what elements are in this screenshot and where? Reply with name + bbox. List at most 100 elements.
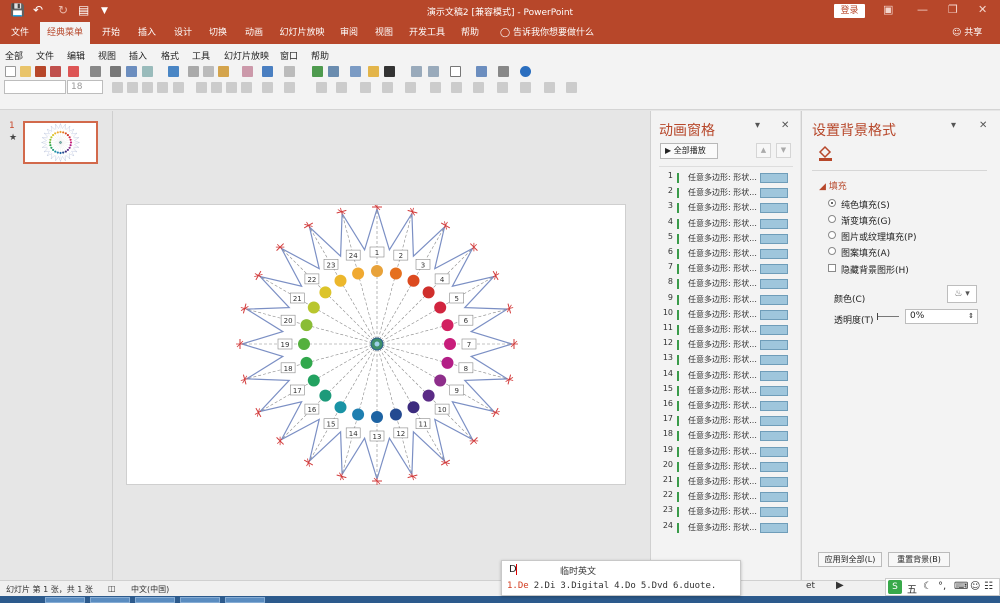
pdf-icon[interactable] [50, 66, 61, 77]
close-icon[interactable]: ✕ [978, 3, 987, 16]
share-doc-icon[interactable] [68, 66, 79, 77]
color-dot[interactable] [68, 136, 71, 139]
insert-image-icon[interactable] [368, 66, 379, 77]
find-icon[interactable] [498, 66, 509, 77]
more-icon[interactable] [566, 82, 577, 93]
animation-list-item[interactable]: 11 任意多边形: 形状... [659, 323, 793, 338]
radio-picture-fill[interactable] [828, 231, 836, 239]
color-dot[interactable] [319, 389, 332, 402]
taskbar-app[interactable] [45, 597, 85, 603]
menu-file[interactable]: 文件 [36, 49, 54, 62]
next-arrow-icon[interactable]: ▶ [836, 580, 844, 591]
timeline-bar[interactable] [760, 203, 788, 214]
text-direction-icon[interactable] [360, 82, 371, 93]
animation-list-item[interactable]: 5 任意多边形: 形状... [659, 232, 793, 247]
tab-file[interactable]: 文件 [4, 22, 36, 44]
ime-candidate[interactable]: 6.duote. [673, 581, 716, 591]
tab-design[interactable]: 设计 [166, 22, 200, 44]
timeline-bar[interactable] [760, 249, 788, 259]
wubi-mode[interactable]: 五 [907, 581, 917, 596]
zoom-icon[interactable] [126, 66, 137, 77]
animation-list-item[interactable]: 17 任意多边形: 形状... [659, 414, 793, 429]
textbox-icon[interactable] [450, 66, 461, 77]
color-dot[interactable] [434, 374, 447, 387]
color-dot[interactable] [441, 356, 454, 369]
color-dot[interactable] [62, 151, 65, 154]
restore-icon[interactable]: ❐ [948, 3, 958, 16]
timeline-bar[interactable] [760, 477, 788, 487]
ime-candidate[interactable]: 5.Dvd [641, 581, 668, 591]
color-dot[interactable] [56, 131, 59, 134]
underline-icon[interactable] [142, 82, 153, 93]
color-dot[interactable] [422, 286, 435, 299]
menu-format[interactable]: 格式 [161, 49, 179, 62]
slide-thumbnail[interactable] [23, 121, 98, 164]
color-dot[interactable] [62, 131, 65, 134]
keyboard-icon[interactable]: ⌨ [954, 581, 968, 592]
ime-candidate[interactable]: 1.De [507, 581, 529, 591]
animation-list-item[interactable]: 20 任意多边形: 形状... [659, 460, 793, 475]
help-icon[interactable] [520, 66, 531, 77]
color-dot[interactable] [389, 267, 402, 280]
font-color-icon[interactable] [451, 82, 462, 93]
shadow-icon[interactable] [157, 82, 168, 93]
color-dot[interactable] [444, 338, 456, 350]
menu-window[interactable]: 窗口 [280, 49, 298, 62]
color-dot[interactable] [59, 151, 62, 155]
animation-list-item[interactable]: 7 任意多边形: 形状... [659, 262, 793, 277]
line-spacing-icon[interactable] [284, 82, 295, 93]
animation-list-item[interactable]: 4 任意多边形: 形状... [659, 217, 793, 232]
menu-slideshow[interactable]: 幻灯片放映 [224, 49, 269, 62]
timeline-bar[interactable] [760, 188, 788, 199]
transparency-input[interactable]: 0% ⇕ [905, 309, 978, 324]
animation-list-item[interactable]: 14 任意多边形: 形状... [659, 369, 793, 384]
numbering-icon[interactable] [336, 82, 347, 93]
color-dot[interactable] [371, 411, 383, 423]
color-dot[interactable] [66, 148, 69, 151]
timeline-bar[interactable] [760, 507, 788, 518]
tab-insert[interactable]: 插入 [130, 22, 164, 44]
ime-candidate[interactable]: 4.Do [614, 581, 636, 591]
taskbar-app[interactable] [225, 597, 265, 603]
taskbar-app[interactable] [180, 597, 220, 603]
timeline-bar[interactable] [760, 401, 788, 411]
font-size-combo[interactable]: 18 [67, 80, 103, 94]
play-all-button[interactable]: ▶ 全部播放 [660, 143, 718, 159]
menu-insert[interactable]: 插入 [129, 49, 147, 62]
ribbon-display-icon[interactable]: ▣ [883, 3, 893, 16]
menu-all[interactable]: 全部 [5, 49, 23, 62]
radio-pattern-fill[interactable] [828, 247, 836, 255]
color-dot[interactable] [66, 134, 69, 137]
animation-list-item[interactable]: 23 任意多边形: 形状... [659, 505, 793, 520]
format-painter-icon[interactable] [242, 66, 253, 77]
spell-check-icon[interactable] [168, 66, 179, 77]
punctuation-icon[interactable]: °, [938, 581, 946, 592]
timeline-bar[interactable] [760, 218, 788, 229]
color-dot[interactable] [352, 267, 365, 280]
menu-help[interactable]: 帮助 [311, 49, 329, 62]
insert-chart-icon[interactable] [312, 66, 323, 77]
justify-icon[interactable] [241, 82, 252, 93]
smartart-icon[interactable] [405, 82, 416, 93]
apply-to-all-button[interactable]: 应用到全部(L) [818, 552, 882, 567]
shape-fill-icon[interactable] [473, 82, 484, 93]
language-status[interactable]: 中文(中国) [131, 584, 169, 595]
timeline-bar[interactable] [760, 173, 788, 183]
timeline-bar[interactable] [760, 325, 788, 335]
align-text-icon[interactable] [382, 82, 393, 93]
menu-tools[interactable]: 工具 [192, 49, 210, 62]
color-dot[interactable] [307, 301, 320, 314]
timeline-bar[interactable] [760, 355, 788, 366]
move-down-button[interactable]: ▼ [776, 143, 791, 158]
color-dot[interactable] [300, 356, 313, 369]
color-dot[interactable] [68, 146, 71, 149]
color-dot[interactable] [371, 265, 383, 277]
fill-section-header[interactable]: ◢ 填充 [819, 179, 847, 192]
color-dot[interactable] [319, 286, 332, 299]
color-dot[interactable] [300, 319, 313, 332]
animation-list-item[interactable]: 22 任意多边形: 形状... [659, 490, 793, 505]
ime-candidate[interactable]: 3.Digital [560, 581, 609, 591]
color-picker-button[interactable]: ♨ ▾ [947, 285, 977, 303]
checkbox-hide-graphics[interactable] [828, 264, 836, 272]
quick-styles-icon[interactable] [544, 82, 555, 93]
